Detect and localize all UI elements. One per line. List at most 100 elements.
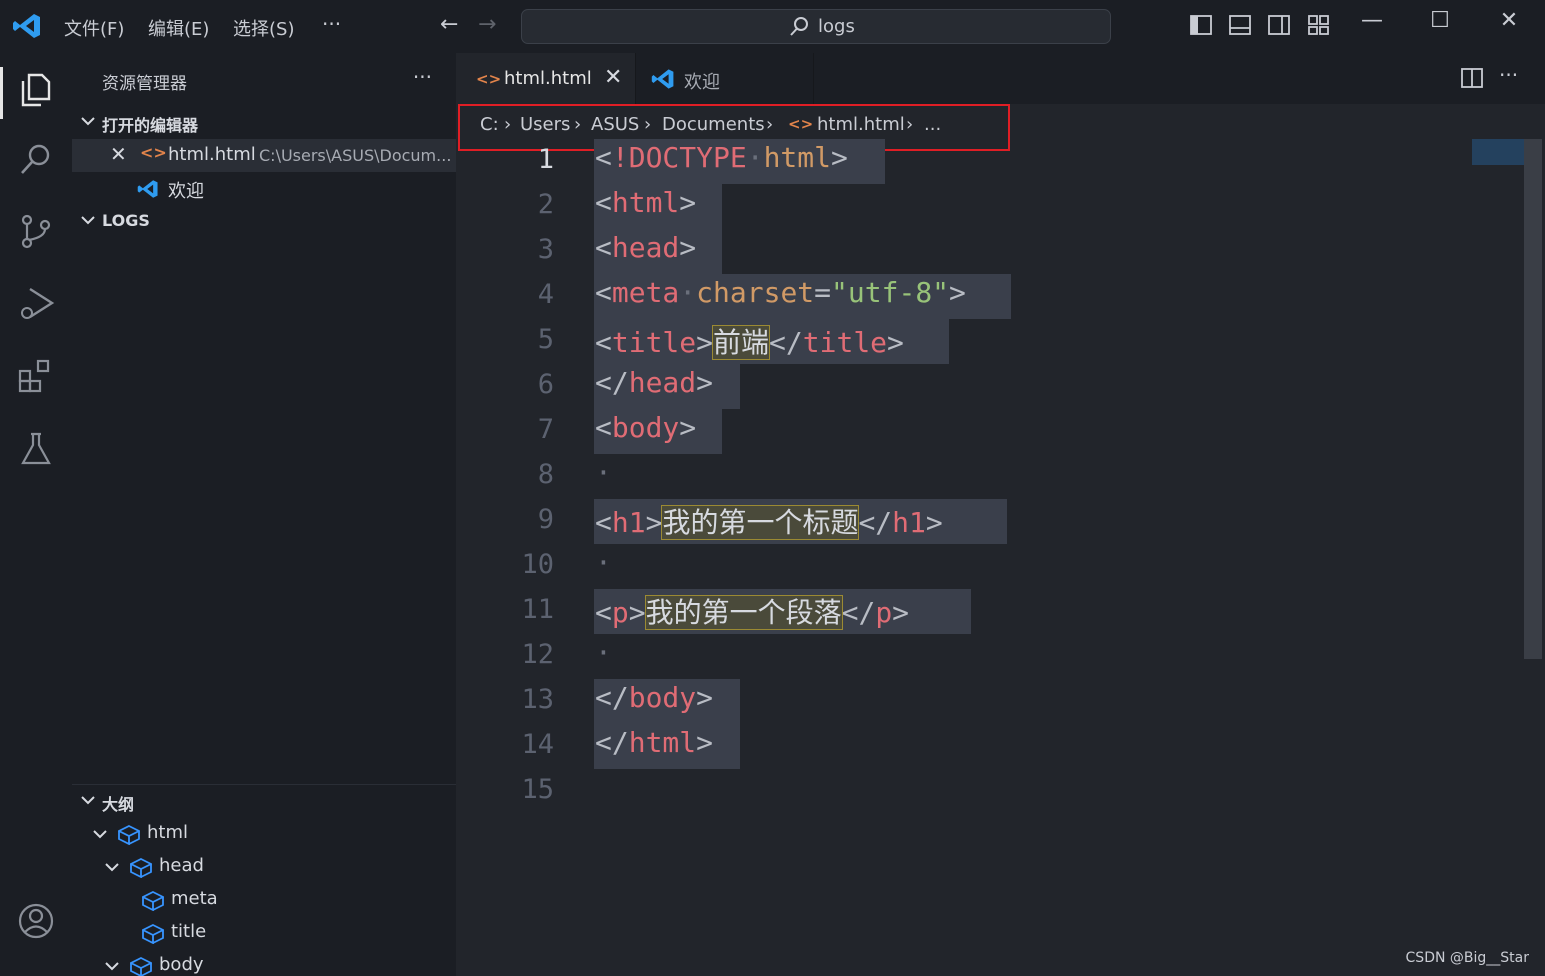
outline-label: meta [171, 888, 218, 909]
line-number: 9 [537, 504, 554, 535]
code-line[interactable]: 14 </html> [456, 724, 1516, 769]
symbol-element-icon [130, 858, 152, 878]
tab-welcome[interactable]: 欢迎 [636, 53, 814, 104]
doctype-keyword: !DOCTYPE [611, 141, 747, 174]
text-content: 我的第一个标题 [661, 505, 860, 540]
menu-file[interactable]: 文件(F) [64, 15, 124, 41]
breadcrumb-item[interactable]: Documents [662, 114, 765, 135]
tab-label: html.html [504, 68, 592, 89]
code-line[interactable]: 9 <h1>我的第一个标题</h1> [456, 499, 1516, 544]
minimize-icon[interactable]: — [1352, 8, 1392, 33]
open-editors-header[interactable]: 打开的编辑器 [72, 106, 456, 139]
breadcrumb-item[interactable]: C: [480, 114, 499, 135]
line-number: 7 [537, 414, 554, 445]
code-text: <title>前端</title> [595, 325, 904, 360]
code-line[interactable]: 5 <title>前端</title> [456, 319, 1516, 364]
line-number: 6 [537, 369, 554, 400]
code-line[interactable]: 6 </head> [456, 364, 1516, 409]
html-file-icon: <> [476, 70, 502, 88]
open-editor-name: 欢迎 [168, 181, 204, 202]
source-control-icon[interactable] [16, 211, 56, 251]
symbol-element-icon [118, 825, 140, 845]
close-icon[interactable]: ✕ [604, 65, 622, 90]
close-icon[interactable]: ✕ [110, 142, 127, 166]
code-text: </body> [595, 681, 714, 714]
code-line[interactable]: 10 · [456, 544, 1516, 589]
tab-label: 欢迎 [684, 72, 720, 93]
search-icon[interactable] [16, 139, 56, 179]
open-editor-item-html[interactable]: ✕ <> html.html C:\Users\ASUS\Docum... [72, 139, 456, 172]
line-number: 15 [521, 774, 554, 805]
breadcrumb-item[interactable]: ... [924, 114, 941, 135]
breadcrumb-item[interactable]: html.html [817, 114, 905, 135]
menu-edit[interactable]: 编辑(E) [148, 15, 209, 41]
code-line[interactable]: 13 </body> [456, 679, 1516, 724]
code-line[interactable]: 11 <p>我的第一个段落</p> [456, 589, 1516, 634]
symbol-element-icon [142, 891, 164, 911]
explorer-more-button[interactable]: ··· [413, 65, 432, 89]
explorer-icon[interactable] [16, 69, 56, 109]
outline-item-title[interactable]: title [72, 916, 456, 949]
toggle-secondary-sidebar-icon[interactable] [1268, 14, 1290, 36]
command-center-search[interactable]: logs [521, 9, 1111, 44]
code-text: </head> [595, 366, 714, 399]
split-editor-icon[interactable] [1461, 67, 1483, 89]
chevron-right-icon: › [766, 114, 774, 135]
code-text: · [595, 546, 612, 579]
close-window-icon[interactable]: ✕ [1489, 8, 1529, 33]
code-line[interactable]: 8 · [456, 454, 1516, 499]
line-number: 5 [537, 324, 554, 355]
editor-area: <> html.html ✕ 欢迎 ··· C: › Users › ASUS … [456, 53, 1545, 976]
customize-layout-icon[interactable] [1308, 14, 1330, 36]
outline-item-meta[interactable]: meta [72, 883, 456, 916]
testing-icon[interactable] [16, 429, 56, 469]
chevron-down-icon [105, 962, 119, 971]
account-icon[interactable] [16, 901, 56, 941]
line-number: 4 [537, 279, 554, 310]
breadcrumb-item[interactable]: Users [520, 114, 570, 135]
toggle-panel-icon[interactable] [1229, 14, 1251, 36]
vertical-scrollbar[interactable] [1524, 139, 1542, 659]
code-line[interactable]: 7 <body> [456, 409, 1516, 454]
html-file-icon: <> [788, 115, 814, 133]
logs-header[interactable]: LOGS [72, 205, 456, 238]
open-editor-item-welcome[interactable]: 欢迎 [72, 172, 456, 205]
outline-item-html[interactable]: html [72, 817, 456, 850]
line-number: 3 [537, 234, 554, 265]
extensions-icon[interactable] [16, 355, 56, 395]
title-bar: 文件(F) 编辑(E) 选择(S) ··· ← → logs — ☐ ✕ [0, 0, 1545, 53]
code-line[interactable]: 15 [456, 769, 1516, 814]
tab-html[interactable]: <> html.html ✕ [456, 53, 636, 104]
html-file-icon: <> [140, 143, 167, 162]
code-line[interactable]: 12 · [456, 634, 1516, 679]
maximize-icon[interactable]: ☐ [1420, 8, 1460, 33]
arrow-left-icon[interactable]: ← [440, 12, 458, 37]
tag-name: h1 [611, 506, 646, 539]
search-text: logs [818, 16, 855, 37]
code-line[interactable]: 4 <meta·charset="utf-8"> [456, 274, 1516, 319]
outline-header[interactable]: 大纲 [72, 784, 456, 817]
chevron-right-icon: › [644, 114, 652, 135]
code-line[interactable]: 3 <head> [456, 229, 1516, 274]
outline-item-body[interactable]: body [72, 949, 456, 976]
open-editor-path: C:\Users\ASUS\Docum... [259, 146, 452, 165]
outline-label: 大纲 [102, 795, 135, 814]
line-number: 12 [521, 639, 554, 670]
outline-label: head [159, 855, 204, 876]
explorer-title: 资源管理器 [102, 74, 187, 94]
editor-more-button[interactable]: ··· [1499, 63, 1518, 87]
line-number: 14 [521, 729, 554, 760]
menu-selection[interactable]: 选择(S) [233, 15, 294, 41]
code-line[interactable]: 2 <html> [456, 184, 1516, 229]
toggle-primary-sidebar-icon[interactable] [1190, 14, 1212, 36]
chevron-down-icon [93, 830, 107, 839]
arrow-right-icon[interactable]: → [478, 12, 496, 37]
run-debug-icon[interactable] [16, 283, 56, 323]
outline-item-head[interactable]: head [72, 850, 456, 883]
open-editors-label: 打开的编辑器 [102, 116, 199, 135]
breadcrumb-item[interactable]: ASUS [591, 114, 639, 135]
code-line[interactable]: 1 <!DOCTYPE·html> [456, 139, 1516, 184]
menu-more-button[interactable]: ··· [322, 12, 341, 36]
editor-tabs: <> html.html ✕ 欢迎 ··· [456, 53, 1545, 104]
minimap-viewport[interactable] [1472, 139, 1524, 165]
